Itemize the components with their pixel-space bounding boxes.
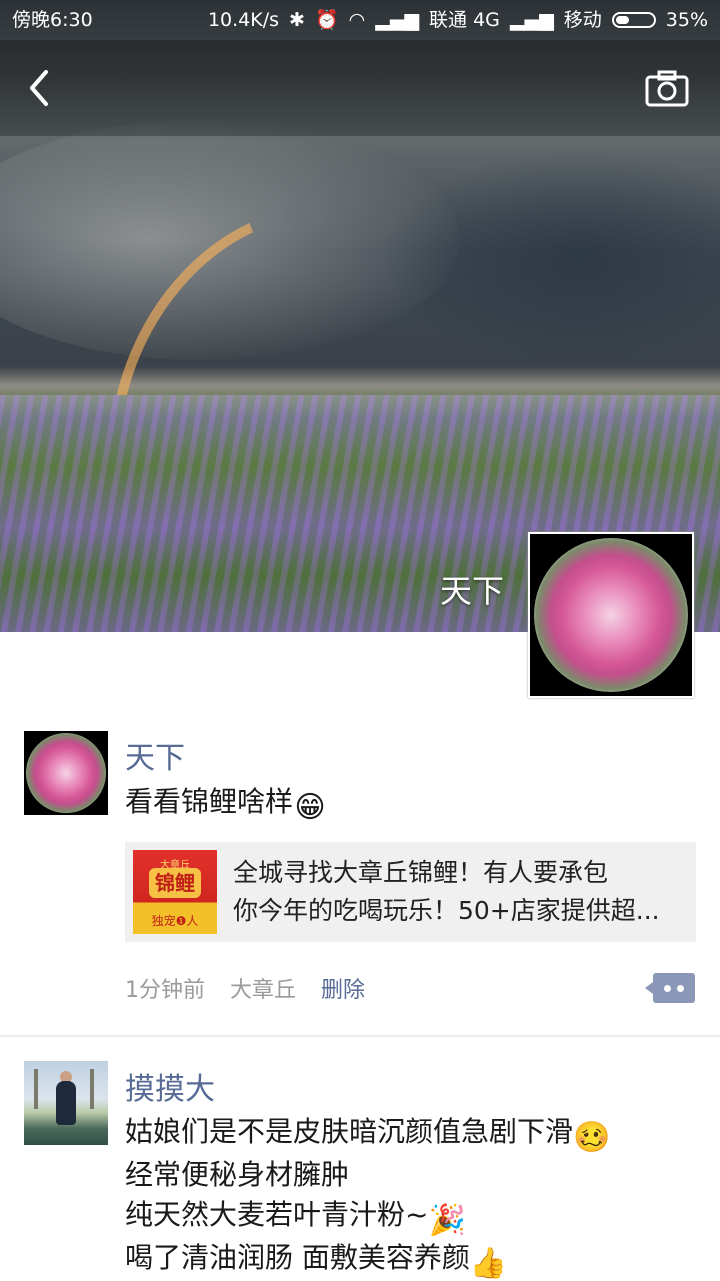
- profile-name: 天下: [440, 572, 505, 610]
- share-title-line-1: 全城寻找大章丘锦鲤！有人要承包: [233, 858, 609, 887]
- post-location[interactable]: 大章丘: [230, 978, 296, 1003]
- woozy-emoji-icon: 🥴: [573, 1120, 611, 1155]
- bluetooth-icon: ✱: [289, 9, 305, 31]
- post-avatar[interactable]: [24, 731, 108, 815]
- post-line: 纯天然大麦若叶青汁粉~🎉: [125, 1195, 607, 1238]
- thumbs-up-emoji-icon: 👍: [469, 1246, 508, 1281]
- flower-avatar-image: [26, 733, 106, 813]
- back-button[interactable]: [18, 64, 66, 112]
- post-line: 经常便秘身材臃肿: [125, 1155, 607, 1195]
- grin-emoji-icon: 😁: [294, 790, 326, 825]
- party-popper-emoji-icon: 🎉: [428, 1203, 466, 1238]
- top-bar: [0, 40, 720, 136]
- alarm-icon: ⏰: [314, 9, 339, 31]
- carrier-2: 移动: [563, 9, 602, 31]
- tree-shape: [34, 1069, 38, 1109]
- person-shape: [56, 1081, 76, 1125]
- flower-avatar-image: [534, 538, 688, 692]
- post-avatar[interactable]: [24, 1061, 108, 1145]
- share-thumbnail: 大章丘 锦鲤 独宠❶人: [133, 850, 217, 934]
- post-line-text: 经常便秘身材臃肿: [125, 1158, 350, 1191]
- share-title: 全城寻找大章丘锦鲤！有人要承包 你今年的吃喝玩乐！50+店家提供超...: [233, 854, 688, 930]
- signal-icon: ▂▄▆: [375, 9, 420, 31]
- battery-percent: 35%: [665, 9, 708, 31]
- tree-shape: [90, 1069, 94, 1109]
- post-line-text: 喝了清油润肠 面敷美容养颜: [125, 1241, 470, 1274]
- wifi-icon: ◠: [348, 9, 366, 31]
- comment-dot-icon: [677, 985, 684, 992]
- post-time: 1分钟前: [125, 978, 205, 1003]
- post-divider: [0, 1035, 720, 1037]
- post-line-text: 纯天然大麦若叶青汁粉~: [125, 1198, 429, 1231]
- back-arrow-icon: [30, 70, 48, 106]
- post-line: 姑娘们是不是皮肤暗沉颜值急剧下滑🥴: [125, 1112, 611, 1155]
- profile-avatar[interactable]: [528, 532, 694, 698]
- camera-button[interactable]: [644, 66, 690, 112]
- thumb-bottom-text: 独宠❶人: [151, 914, 199, 928]
- camera-icon: [645, 70, 689, 107]
- shared-link-card[interactable]: 大章丘 锦鲤 独宠❶人 全城寻找大章丘锦鲤！有人要承包 你今年的吃喝玩乐！50+…: [125, 842, 696, 942]
- post-meta: 1分钟前 大章丘 删除: [125, 972, 383, 1004]
- status-bar: 傍晚6:30 10.4K/s ✱ ⏰ ◠ ▂▄▆ 联通 4G ▂▄▆ 移动 35…: [0, 0, 720, 40]
- post-author[interactable]: 摸摸大: [125, 1064, 215, 1108]
- post-line-text: 姑娘们是不是皮肤暗沉颜值急剧下滑: [125, 1115, 574, 1148]
- network-speed: 10.4K/s: [207, 9, 280, 31]
- carrier-1: 联通 4G: [429, 9, 500, 31]
- status-time: 傍晚6:30: [12, 9, 93, 31]
- thumb-main-text: 锦鲤: [149, 868, 201, 898]
- post-author[interactable]: 天下: [125, 733, 185, 777]
- share-title-line-2: 你今年的吃喝玩乐！50+店家提供超...: [233, 896, 660, 925]
- delete-button[interactable]: 删除: [321, 978, 365, 1003]
- battery-icon: [611, 12, 656, 28]
- post-text: 看看锦鲤啥样😁: [125, 782, 327, 825]
- comment-dot-icon: [664, 985, 671, 992]
- post-text-body: 看看锦鲤啥样: [125, 785, 294, 818]
- post-line: 喝了清油润肠 面敷美容养颜👍: [125, 1238, 607, 1281]
- comment-button[interactable]: [645, 973, 695, 1003]
- post-text: 姑娘们是不是皮肤暗沉颜值急剧下滑🥴 经常便秘身材臃肿 纯天然大麦若叶青汁粉~🎉 …: [125, 1112, 611, 1281]
- signal-icon-2: ▂▄▆: [509, 9, 554, 31]
